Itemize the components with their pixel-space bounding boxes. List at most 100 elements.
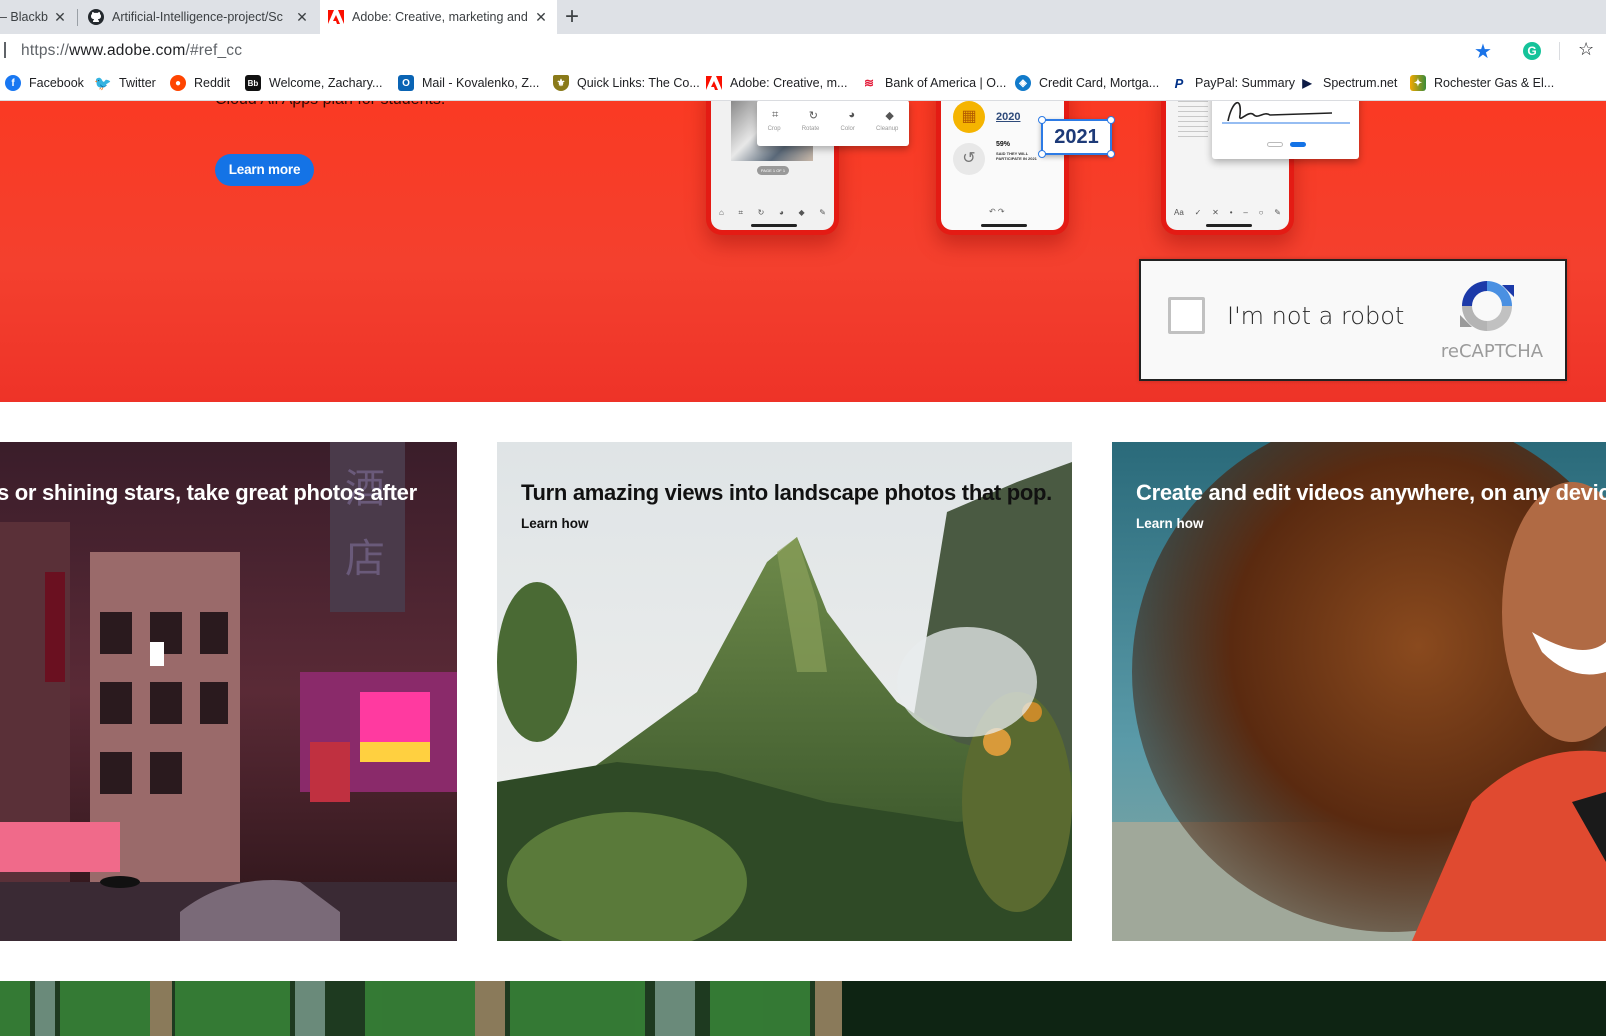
eraser-icon: ◆ [885, 110, 894, 122]
bookmark-rge[interactable]: ✦ Rochester Gas & El... [1410, 75, 1554, 91]
grammarly-extension-icon[interactable]: G [1523, 42, 1541, 60]
bookmark-label: Facebook [29, 76, 84, 90]
bookmark-star-icon[interactable]: ★ [1474, 39, 1492, 64]
adobe-icon [706, 75, 722, 91]
tool-label: Crop [767, 126, 781, 132]
bookmark-label: Adobe: Creative, m... [730, 76, 848, 90]
shield-icon: ⚜ [553, 75, 569, 91]
scan-tools-popup: ⌗ ↻ ◕ ◆ Crop Rotate Color Cleanup [757, 101, 909, 146]
url-scheme: https:// [21, 42, 70, 59]
blackboard-icon: Bb [245, 75, 261, 91]
bookmark-label: Mail - Kovalenko, Z... [422, 76, 540, 90]
paypal-icon: P [1174, 75, 1184, 91]
tab-divider [77, 9, 78, 26]
bookmark-bank-of-america[interactable]: ≋ Bank of America | O... [861, 75, 1006, 91]
twitter-icon: 🐦 [94, 74, 112, 91]
url-text[interactable]: https://www.adobe.com/#ref_cc [21, 42, 242, 60]
url-domain: www.adobe.com [69, 42, 186, 59]
bookmark-adobe[interactable]: Adobe: Creative, m... [706, 75, 847, 91]
card-title: s or shining stars, take great photos af… [0, 480, 417, 505]
stat-value: 59% [996, 141, 1011, 148]
bookmark-paypal[interactable]: P PayPal: Summary [1171, 75, 1295, 91]
rotate-icon: ↻ [808, 110, 818, 122]
recaptcha-brand: reCAPTCHA [1440, 341, 1544, 362]
reading-list-icon[interactable]: ☆ [1578, 39, 1594, 60]
recaptcha-logo-icon [1456, 275, 1518, 337]
card-title: Turn amazing views into landscape photos… [521, 480, 1052, 505]
spectrum-icon: ▶ [1302, 76, 1312, 90]
rge-icon: ✦ [1410, 75, 1426, 91]
bookmark-label: Rochester Gas & El... [1434, 76, 1555, 90]
outlook-icon: O [398, 75, 414, 91]
tool-label: Color [840, 126, 855, 132]
bookmark-facebook[interactable]: f Facebook [5, 75, 84, 91]
undo-redo: ↶ ↷ [989, 207, 1005, 216]
card-night-photos[interactable]: 酒 店 s or shining stars, take great photo… [0, 442, 457, 941]
learn-how-link[interactable]: Learn how [1136, 516, 1204, 531]
reddit-icon: ● [170, 75, 186, 91]
home-indicator [1206, 224, 1252, 227]
tool-label: Rotate [801, 126, 820, 132]
bookmark-reddit[interactable]: ● Reddit [170, 75, 230, 91]
next-section-image [0, 981, 1606, 1036]
signature-popup [1212, 101, 1359, 159]
tool-label: Cleanup [876, 126, 899, 132]
address-bar[interactable]: https://www.adobe.com/#ref_cc ★ G ☆ [0, 34, 1606, 68]
close-icon[interactable]: ✕ [533, 9, 549, 26]
crop-icon: ⌗ [772, 109, 779, 121]
adobe-icon [328, 9, 344, 25]
learn-how-link[interactable]: Learn how [521, 516, 589, 531]
hero-subtitle: Cloud All Apps plan for students. [215, 101, 445, 109]
bookmark-twitter[interactable]: 🐦 Twitter [94, 74, 156, 91]
tab-blackboard[interactable]: – Blackb ✕ [0, 0, 76, 34]
page-indicator: PAGE 1 OF 1 [757, 166, 789, 175]
card-landscape-photos[interactable]: Turn amazing views into landscape photos… [497, 442, 1072, 941]
new-year-field: 2021 [1038, 116, 1115, 158]
bofa-icon: ≋ [863, 76, 875, 90]
sign-toolbar: Aa ✓ ✕ • – ○ ✎ [1174, 208, 1281, 217]
recaptcha-checkbox[interactable] [1168, 297, 1205, 334]
tab-adobe[interactable]: Adobe: Creative, marketing and ✕ [320, 0, 557, 34]
close-icon[interactable]: ✕ [52, 9, 68, 26]
home-indicator [981, 224, 1027, 227]
green-pattern-image [0, 981, 1606, 1036]
tab-title: Adobe: Creative, marketing and [352, 10, 528, 24]
lock-icon[interactable] [0, 42, 6, 58]
browser-tab-strip: – Blackb ✕ Artificial-Intelligence-proje… [0, 0, 1606, 34]
history-icon: ↺ [953, 143, 985, 175]
hero-banner: Cloud All Apps plan for students. Learn … [0, 101, 1606, 402]
phone-scan-mockup: ⌗ ↻ ◕ ◆ Crop Rotate Color Cleanup PAGE 1 OF 1 … [706, 101, 909, 235]
bookmark-chase[interactable]: ◈ Credit Card, Mortga... [1015, 75, 1159, 91]
bookmark-label: Quick Links: The Co... [577, 76, 700, 90]
bookmark-label: Reddit [194, 76, 231, 90]
tab-github[interactable]: Artificial-Intelligence-project/Sc ✕ [80, 0, 318, 34]
bookmark-label: Spectrum.net [1323, 76, 1398, 90]
chase-icon: ◈ [1015, 75, 1031, 91]
night-street-image: 酒 店 [0, 442, 457, 941]
learn-more-button[interactable]: Learn more [215, 154, 314, 186]
bookmark-quick-links[interactable]: ⚜ Quick Links: The Co... [553, 75, 700, 91]
recaptcha-widget: I'm not a robot reCAPTCHA [1139, 259, 1567, 381]
tab-title: – Blackb [0, 10, 48, 24]
svg-text:店: 店 [345, 536, 385, 582]
github-icon [88, 9, 104, 25]
card-title: Create and edit videos anywhere, on any … [1136, 480, 1606, 505]
close-icon[interactable]: ✕ [294, 9, 310, 26]
color-icon: ◕ [848, 109, 855, 121]
new-year-value: 2021 [1054, 126, 1099, 148]
recaptcha-label: I'm not a robot [1227, 302, 1405, 330]
document-lines [1178, 101, 1208, 141]
bookmark-spectrum[interactable]: ▶ Spectrum.net [1299, 75, 1397, 91]
facebook-icon: f [5, 75, 21, 91]
bookmark-label: Credit Card, Mortga... [1039, 76, 1160, 90]
new-tab-button[interactable]: + [565, 3, 579, 31]
calendar-icon: ▦ [953, 101, 985, 133]
bookmark-label: Welcome, Zachary... [269, 76, 383, 90]
bookmark-label: PayPal: Summary [1195, 76, 1296, 90]
card-video-editing[interactable]: Create and edit videos anywhere, on any … [1112, 442, 1606, 941]
toolbar-divider [1559, 42, 1560, 60]
bookmark-blackboard[interactable]: Bb Welcome, Zachary... [245, 75, 382, 91]
signature-drawing [1222, 102, 1350, 124]
bookmark-outlook[interactable]: O Mail - Kovalenko, Z... [398, 75, 539, 91]
scan-toolbar: ⌂ ⌗ ↻ ◕ ◆ ✎ [719, 208, 826, 217]
